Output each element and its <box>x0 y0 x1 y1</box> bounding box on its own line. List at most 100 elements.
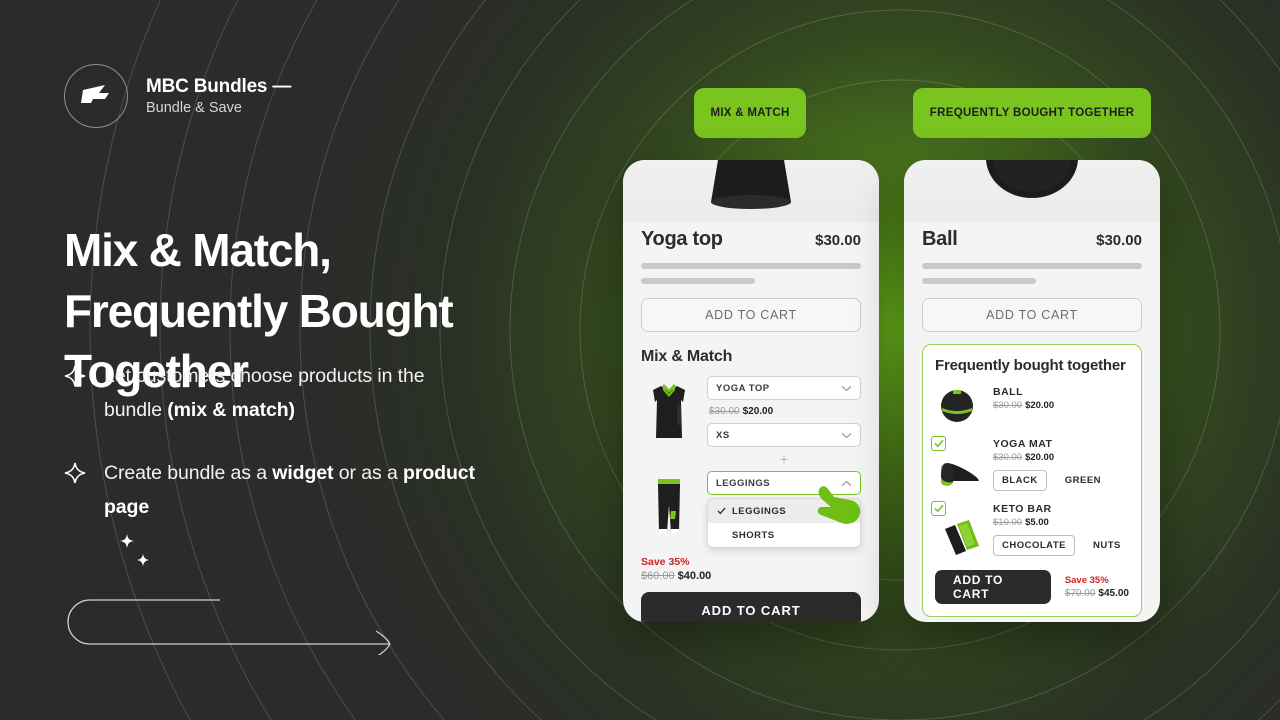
feature-text-1: Let customers choose products in the bun… <box>104 360 484 427</box>
check-icon <box>717 507 726 515</box>
fbt-item-name-ball: BALL <box>993 386 1023 398</box>
add-to-cart-button[interactable]: ADD TO CART <box>935 570 1051 604</box>
check-icon <box>933 504 944 513</box>
item-1-price: $30.00 $20.00 <box>709 406 861 417</box>
variant-nuts[interactable]: NUTS <box>1085 536 1129 555</box>
mix-match-section-title: Mix & Match <box>641 348 733 365</box>
variant-options-keto-bar: CHOCOLATE NUTS <box>993 535 1129 556</box>
yoga-mat-thumb <box>931 436 983 490</box>
fbt-keto-price-old: $10.00 <box>993 517 1023 528</box>
item-1-price-old: $30.00 <box>709 406 740 417</box>
brand-title: MBC Bundles — <box>146 75 292 97</box>
fbt-card-title: Frequently bought together <box>935 357 1126 374</box>
chevron-down-icon <box>841 432 852 438</box>
size-select-xs[interactable]: XS <box>707 423 861 447</box>
product-price: $30.00 <box>1096 232 1142 249</box>
headline-line-1: Mix & Match, <box>64 224 332 276</box>
product-header-row: Ball $30.00 <box>922 228 1142 251</box>
phone-mockup-frequently-bought-together: Ball $30.00 ADD TO CART Frequently bough… <box>904 160 1160 622</box>
add-to-cart-outline-label: ADD TO CART <box>986 308 1078 322</box>
fbt-keto-price-new: $5.00 <box>1025 517 1049 528</box>
feature-2-plain: Create bundle as a <box>104 462 273 485</box>
ball-thumb <box>935 386 983 426</box>
save-percent-label: Save 35% <box>641 556 690 568</box>
bundle-total-prices: $60.00 $40.00 <box>641 570 861 582</box>
fbt-footer: ADD TO CART Save 35% $70.00 $45.00 <box>935 570 1129 604</box>
list-item: KETO BAR $10.00 $5.00 CHOCOLATE NUTS <box>931 501 1129 556</box>
feature-1-bold: (mix & match) <box>167 398 295 421</box>
dropdown-option-shorts-label: SHORTS <box>732 529 775 541</box>
variant-black[interactable]: BLACK <box>993 470 1047 491</box>
variant-green[interactable]: GREEN <box>1057 471 1109 490</box>
fbt-item-price-yoga-mat: $30.00 $20.00 <box>993 452 1129 463</box>
mix-match-item-1: YOGA TOP $30.00 $20.00 XS + <box>641 376 861 471</box>
brand-lockup: MBC Bundles — Bundle & Save <box>64 64 291 128</box>
add-to-cart-label: ADD TO CART <box>701 602 801 618</box>
add-to-cart-button[interactable]: ADD TO CART <box>641 592 861 622</box>
frequently-bought-together-card: Frequently bought together BALL $30.00 $… <box>922 344 1142 617</box>
fbt-item-price-keto-bar: $10.00 $5.00 <box>993 517 1129 528</box>
product-hero-image <box>623 160 879 222</box>
feature-text-2: Create bundle as a widget or as a produc… <box>104 457 484 524</box>
keto-bar-thumb <box>931 501 983 555</box>
dropdown-option-leggings-label: LEGGINGS <box>732 505 787 517</box>
bundle-savings: Save 35% $70.00 $45.00 <box>1065 575 1129 599</box>
bundle-total-prices: $70.00 $45.00 <box>1065 588 1129 599</box>
product-select-yoga-top[interactable]: YOGA TOP <box>707 376 861 400</box>
feature-list: Let customers choose products in the bun… <box>64 360 484 554</box>
yoga-top-thumb <box>641 376 697 471</box>
mbc-mark-icon <box>81 85 109 103</box>
pointing-hand-icon <box>812 482 864 535</box>
description-placeholder-line <box>641 278 756 284</box>
sparkle-icon <box>64 462 86 489</box>
sparkle-icon <box>64 365 86 392</box>
description-placeholder-line <box>922 263 1142 269</box>
fbt-checkbox-yoga-mat[interactable] <box>931 436 946 451</box>
fbt-mat-price-old: $30.00 <box>993 452 1023 463</box>
list-item: YOGA MAT $30.00 $20.00 BLACK GREEN <box>931 436 1129 491</box>
size-select-xs-label: XS <box>716 429 730 441</box>
list-item: BALL $30.00 $20.00 <box>935 386 1129 426</box>
add-to-cart-outline-button[interactable]: ADD TO CART <box>922 298 1142 332</box>
list-item: Create bundle as a widget or as a produc… <box>64 457 484 524</box>
check-icon <box>933 439 944 448</box>
product-title: Yoga top <box>641 228 723 250</box>
product-select-yoga-top-label: YOGA TOP <box>716 382 770 394</box>
leggings-thumb <box>641 471 697 548</box>
product-select-leggings-label: LEGGINGS <box>716 477 771 489</box>
bundle-savings: Save 35% $60.00 $40.00 <box>641 556 861 582</box>
description-placeholder-line <box>641 263 861 269</box>
description-placeholder-line <box>922 278 1037 284</box>
fbt-item-name-keto-bar: KETO BAR <box>993 503 1052 515</box>
product-price: $30.00 <box>815 232 861 249</box>
add-to-cart-outline-button[interactable]: ADD TO CART <box>641 298 861 332</box>
phone-mockup-mix-match: Yoga top $30.00 ADD TO CART Mix & Match <box>623 160 879 622</box>
add-to-cart-outline-label: ADD TO CART <box>705 308 797 322</box>
variant-options-yoga-mat: BLACK GREEN <box>993 470 1129 491</box>
bundle-total-new: $40.00 <box>677 570 712 582</box>
bundle-total-old: $60.00 <box>641 570 675 582</box>
chevron-down-icon <box>841 385 852 391</box>
feature-2-bold: widget <box>272 462 334 485</box>
badge-fbt-label: FREQUENTLY BOUGHT TOGETHER <box>929 107 1135 119</box>
badge-frequently-bought-together[interactable]: FREQUENTLY BOUGHT TOGETHER <box>913 88 1151 138</box>
product-title: Ball <box>922 228 958 250</box>
badge-mix-match[interactable]: MIX & MATCH <box>694 88 806 138</box>
product-header-row: Yoga top $30.00 <box>641 228 861 251</box>
variant-chocolate[interactable]: CHOCOLATE <box>993 535 1075 556</box>
promo-banner: MBC Bundles — Bundle & Save Mix & Match,… <box>0 0 1280 720</box>
fbt-item-name-yoga-mat: YOGA MAT <box>993 438 1053 450</box>
swoop-arrow-decoration <box>60 595 400 660</box>
item-1-price-new: $20.00 <box>742 406 774 417</box>
sparkle-decoration <box>116 532 166 579</box>
list-item: Let customers choose products in the bun… <box>64 360 484 427</box>
fbt-checkbox-keto-bar[interactable] <box>931 501 946 516</box>
fbt-ball-price-old: $30.00 <box>993 400 1023 411</box>
fbt-ball-price-new: $20.00 <box>1025 400 1055 411</box>
mbc-logo-icon <box>64 64 128 128</box>
bundle-total-old: $70.00 <box>1064 588 1096 599</box>
save-percent-label: Save 35% <box>1064 575 1109 586</box>
fbt-item-price-ball: $30.00 $20.00 <box>993 400 1129 411</box>
product-hero-image <box>904 160 1160 222</box>
bundle-total-new: $45.00 <box>1098 588 1129 599</box>
